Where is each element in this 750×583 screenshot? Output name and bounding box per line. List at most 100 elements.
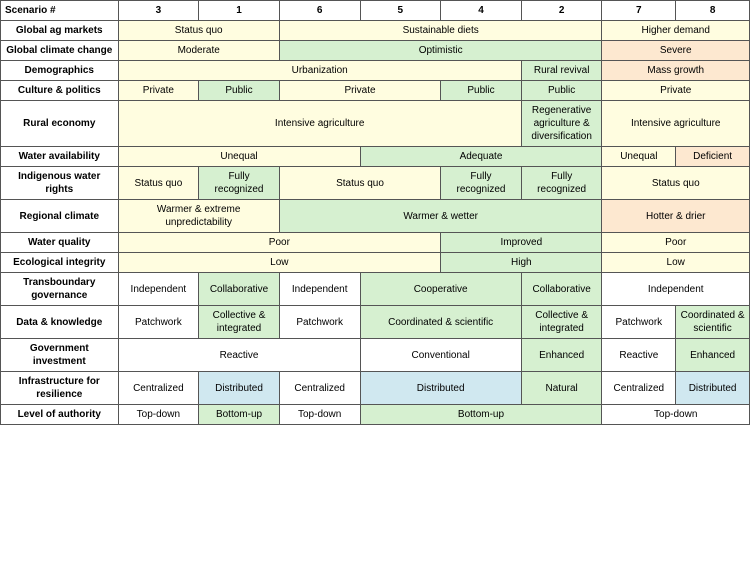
table-cell: Reactive bbox=[602, 339, 676, 372]
row-label: Global climate change bbox=[1, 41, 119, 61]
table-cell: Low bbox=[602, 253, 750, 273]
table-cell: Rural revival bbox=[521, 61, 602, 81]
row-label: Data & knowledge bbox=[1, 306, 119, 339]
table-row: Infrastructure for resilienceCentralized… bbox=[1, 372, 750, 405]
table-cell: Adequate bbox=[360, 147, 602, 167]
table-cell: Public bbox=[199, 81, 280, 101]
table-cell: Regenerative agriculture & diversificati… bbox=[521, 101, 602, 147]
table-cell: Deficient bbox=[676, 147, 750, 167]
header-row: Scenario # 3 1 6 5 4 2 7 8 bbox=[1, 1, 750, 21]
col-header-4: 4 bbox=[441, 1, 522, 21]
table-row: Government investmentReactiveConventiona… bbox=[1, 339, 750, 372]
table-cell: Higher demand bbox=[602, 21, 750, 41]
row-label: Demographics bbox=[1, 61, 119, 81]
table-cell: Improved bbox=[441, 233, 602, 253]
table-cell: Status quo bbox=[118, 21, 279, 41]
row-label: Regional climate bbox=[1, 200, 119, 233]
table-row: Regional climateWarmer & extreme unpredi… bbox=[1, 200, 750, 233]
table-row: Global ag marketsStatus quoSustainable d… bbox=[1, 21, 750, 41]
row-label: Government investment bbox=[1, 339, 119, 372]
table-cell: Public bbox=[441, 81, 522, 101]
table-cell: Independent bbox=[279, 273, 360, 306]
row-label: Ecological integrity bbox=[1, 253, 119, 273]
table-cell: Poor bbox=[118, 233, 441, 253]
table-row: Ecological integrityLowHighLow bbox=[1, 253, 750, 273]
row-label: Rural economy bbox=[1, 101, 119, 147]
row-label: Water quality bbox=[1, 233, 119, 253]
table-cell: Cooperative bbox=[360, 273, 521, 306]
table-cell: Hotter & drier bbox=[602, 200, 750, 233]
table-cell: Intensive agriculture bbox=[118, 101, 521, 147]
table-cell: Warmer & wetter bbox=[279, 200, 602, 233]
table-cell: Enhanced bbox=[676, 339, 750, 372]
scenario-table: Scenario # 3 1 6 5 4 2 7 8 Global ag mar… bbox=[0, 0, 750, 425]
table-cell: Status quo bbox=[118, 167, 199, 200]
table-row: DemographicsUrbanizationRural revivalMas… bbox=[1, 61, 750, 81]
table-cell: Distributed bbox=[199, 372, 280, 405]
table-cell: Sustainable diets bbox=[279, 21, 602, 41]
table-cell: Natural bbox=[521, 372, 602, 405]
table-cell: Bottom-up bbox=[360, 405, 602, 425]
table-cell: Warmer & extreme unpredictability bbox=[118, 200, 279, 233]
row-label: Culture & politics bbox=[1, 81, 119, 101]
table-cell: Conventional bbox=[360, 339, 521, 372]
table-cell: Severe bbox=[602, 41, 750, 61]
row-label: Water availability bbox=[1, 147, 119, 167]
table-cell: Private bbox=[279, 81, 440, 101]
row-label: Level of authority bbox=[1, 405, 119, 425]
table-cell: Top-down bbox=[118, 405, 199, 425]
col-header-1: 1 bbox=[199, 1, 280, 21]
table-cell: High bbox=[441, 253, 602, 273]
table-cell: Coordinated & scientific bbox=[360, 306, 521, 339]
table-cell: Patchwork bbox=[602, 306, 676, 339]
table-cell: Collaborative bbox=[199, 273, 280, 306]
table-row: Water qualityPoorImprovedPoor bbox=[1, 233, 750, 253]
table-row: Global climate changeModerateOptimisticS… bbox=[1, 41, 750, 61]
table-cell: Mass growth bbox=[602, 61, 750, 81]
table-row: Transboundary governanceIndependentColla… bbox=[1, 273, 750, 306]
table-row: Level of authorityTop-downBottom-upTop-d… bbox=[1, 405, 750, 425]
table-cell: Centralized bbox=[118, 372, 199, 405]
col-header-5: 5 bbox=[360, 1, 441, 21]
table-cell: Independent bbox=[602, 273, 750, 306]
col-header-6: 6 bbox=[279, 1, 360, 21]
table-cell: Low bbox=[118, 253, 441, 273]
table-cell: Unequal bbox=[118, 147, 360, 167]
table-cell: Patchwork bbox=[279, 306, 360, 339]
table-row: Culture & politicsPrivatePublicPrivatePu… bbox=[1, 81, 750, 101]
table-cell: Coordinated & scientific bbox=[676, 306, 750, 339]
table-cell: Status quo bbox=[602, 167, 750, 200]
table-cell: Unequal bbox=[602, 147, 676, 167]
table-cell: Reactive bbox=[118, 339, 360, 372]
row-label: Global ag markets bbox=[1, 21, 119, 41]
table-row: Data & knowledgePatchworkCollective & in… bbox=[1, 306, 750, 339]
table-cell: Independent bbox=[118, 273, 199, 306]
table-cell: Collaborative bbox=[521, 273, 602, 306]
table-row: Rural economyIntensive agricultureRegene… bbox=[1, 101, 750, 147]
table-cell: Distributed bbox=[676, 372, 750, 405]
row-label: Indigenous water rights bbox=[1, 167, 119, 200]
table-cell: Private bbox=[602, 81, 750, 101]
col-header-8: 8 bbox=[676, 1, 750, 21]
table-cell: Enhanced bbox=[521, 339, 602, 372]
table-row: Indigenous water rightsStatus quoFully r… bbox=[1, 167, 750, 200]
col-header-2: 2 bbox=[521, 1, 602, 21]
table-cell: Intensive agriculture bbox=[602, 101, 750, 147]
col-header-3: 3 bbox=[118, 1, 199, 21]
table-cell: Public bbox=[521, 81, 602, 101]
table-cell: Urbanization bbox=[118, 61, 521, 81]
scenario-header: Scenario # bbox=[1, 1, 119, 21]
table-cell: Private bbox=[118, 81, 199, 101]
table-cell: Collective & integrated bbox=[521, 306, 602, 339]
table-cell: Patchwork bbox=[118, 306, 199, 339]
table-cell: Optimistic bbox=[279, 41, 602, 61]
table-cell: Bottom-up bbox=[199, 405, 280, 425]
table-cell: Top-down bbox=[602, 405, 750, 425]
table-cell: Distributed bbox=[360, 372, 521, 405]
table-cell: Fully recognized bbox=[199, 167, 280, 200]
table-cell: Centralized bbox=[279, 372, 360, 405]
col-header-7: 7 bbox=[602, 1, 676, 21]
table-cell: Collective & integrated bbox=[199, 306, 280, 339]
row-label: Transboundary governance bbox=[1, 273, 119, 306]
table-row: Water availabilityUnequalAdequateUnequal… bbox=[1, 147, 750, 167]
